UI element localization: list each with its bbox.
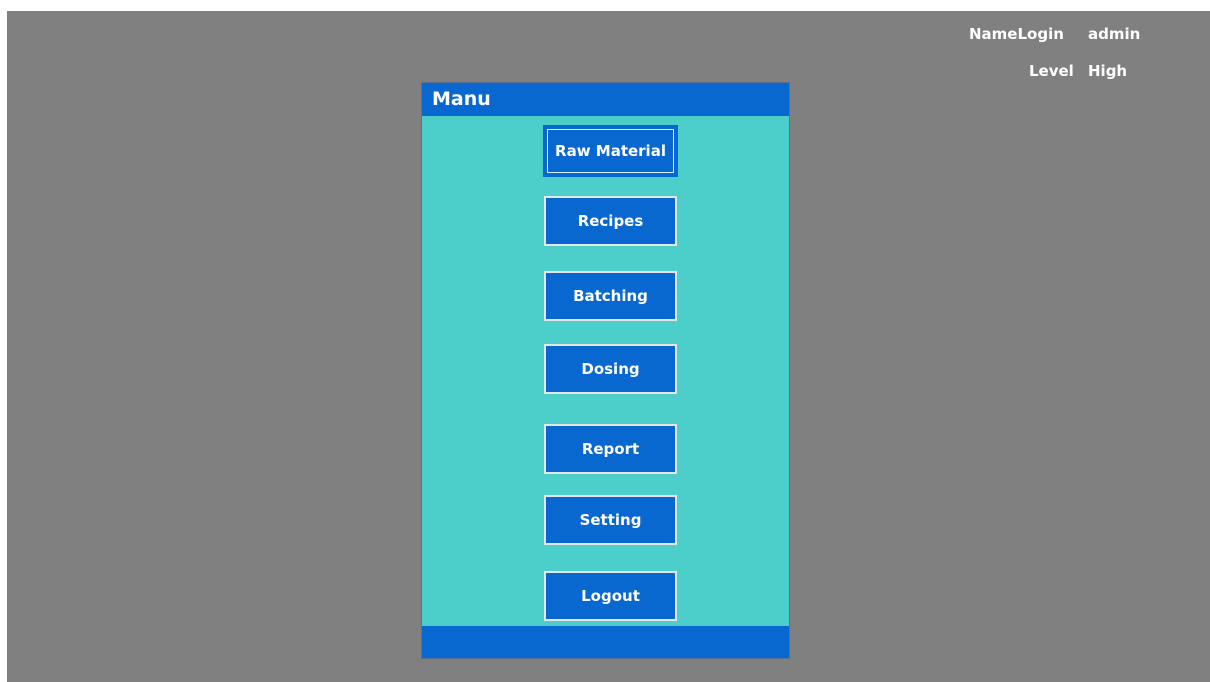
batching-button[interactable]: Batching — [544, 271, 677, 321]
menu-footer — [422, 626, 789, 658]
name-login-value: admin — [1088, 25, 1141, 43]
setting-button[interactable]: Setting — [544, 495, 677, 545]
report-button[interactable]: Report — [544, 424, 677, 474]
dosing-button[interactable]: Dosing — [544, 344, 677, 394]
level-label: Level — [1029, 62, 1074, 80]
logout-button[interactable]: Logout — [544, 571, 677, 621]
app-window: NameLogin admin Level High Manu Raw Mate… — [7, 11, 1210, 682]
menu-title: Manu — [432, 88, 491, 110]
level-value: High — [1088, 62, 1128, 80]
raw-material-button[interactable]: Raw Material — [544, 126, 677, 176]
menu-panel: Manu Raw Material Recipes Batching Dosin… — [421, 82, 790, 659]
name-login-label: NameLogin — [969, 25, 1064, 43]
menu-header: Manu — [422, 83, 789, 116]
recipes-button[interactable]: Recipes — [544, 196, 677, 246]
